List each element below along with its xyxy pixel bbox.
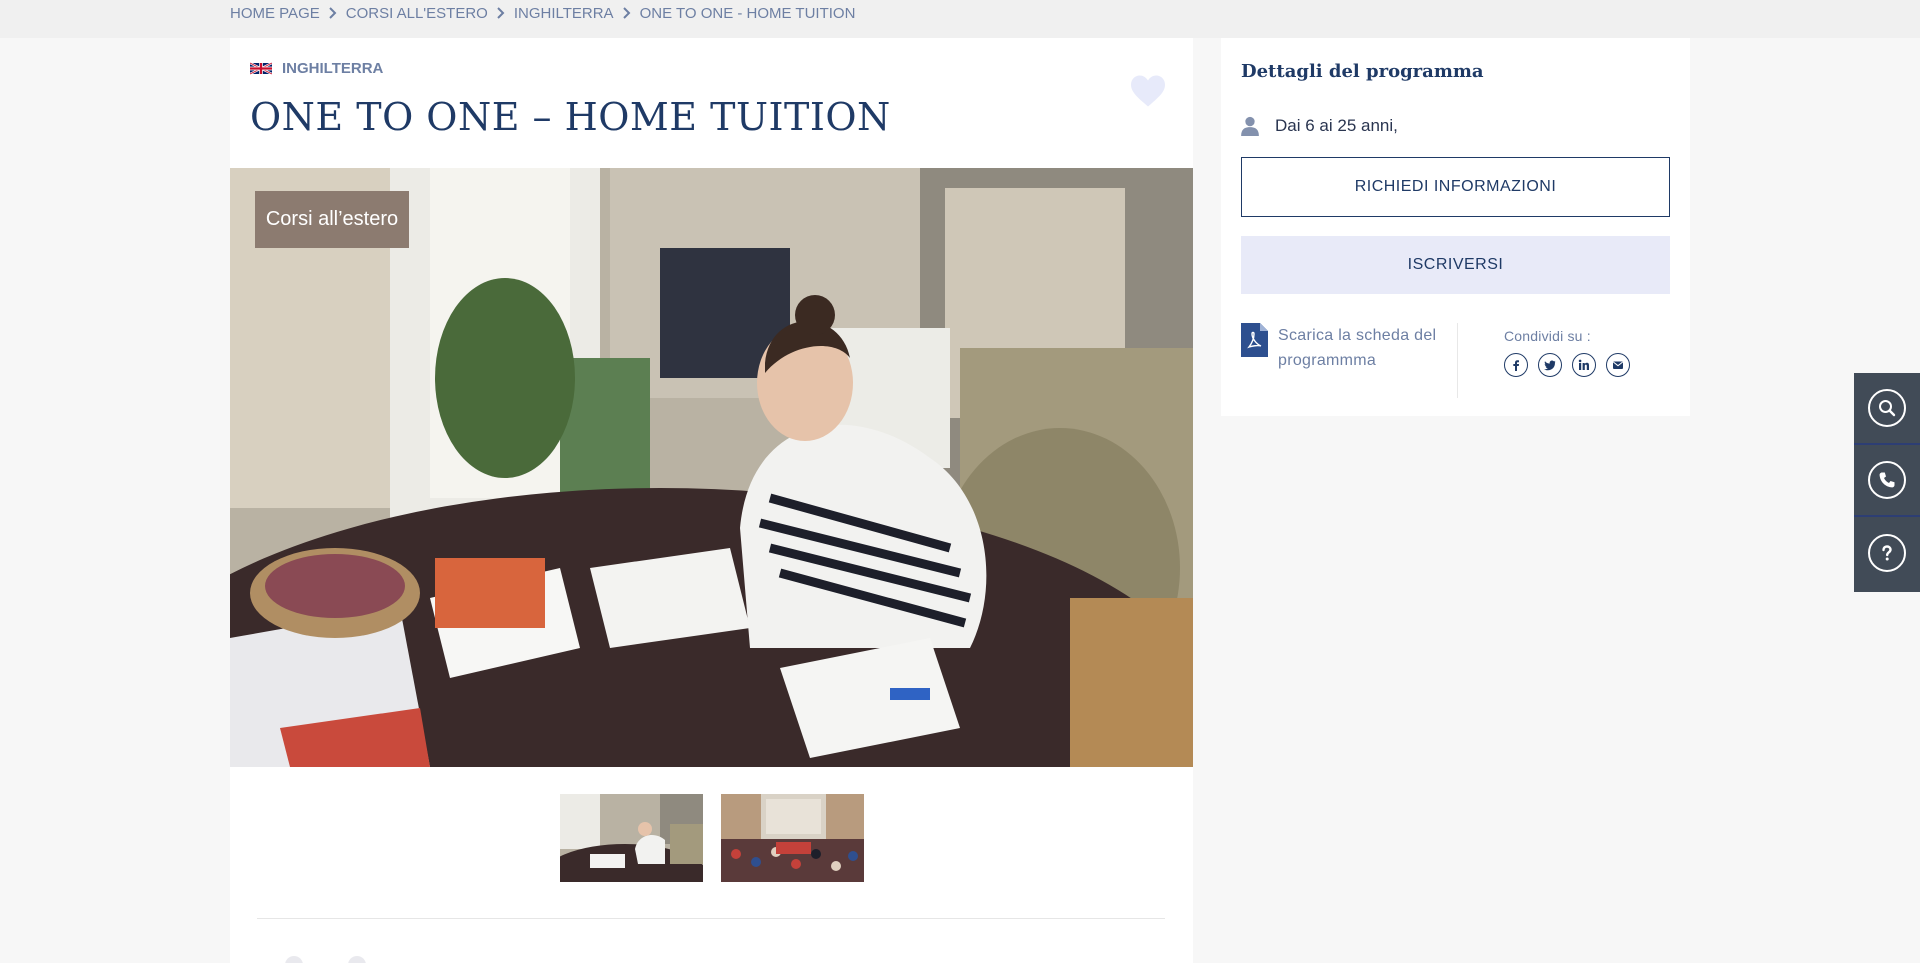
divider bbox=[257, 918, 1165, 919]
email-icon[interactable] bbox=[1606, 353, 1630, 377]
bottom-icons bbox=[285, 956, 366, 963]
help-button[interactable] bbox=[1854, 517, 1920, 589]
country-label: INGHILTERRA bbox=[250, 60, 383, 77]
thumbnail-street-photo bbox=[721, 794, 864, 882]
age-info: Dai 6 ai 25 anni, bbox=[1241, 116, 1398, 136]
download-label: Scarica la scheda del programmma bbox=[1278, 327, 1437, 369]
chevron-right-icon bbox=[326, 6, 340, 20]
circle-icon bbox=[285, 956, 303, 963]
thumbnail-1[interactable] bbox=[560, 794, 703, 882]
hero-photo bbox=[230, 168, 1193, 767]
pdf-icon bbox=[1241, 323, 1268, 357]
help-icon bbox=[1868, 534, 1906, 572]
program-card: INGHILTERRA ONE TO ONE – HOME TUITION Co… bbox=[230, 38, 1193, 963]
thumbnail-strip bbox=[560, 794, 864, 882]
phone-button[interactable] bbox=[1854, 445, 1920, 517]
phone-icon bbox=[1868, 461, 1906, 499]
enroll-button[interactable]: ISCRIVERSI bbox=[1241, 236, 1670, 294]
breadcrumb-inghilterra[interactable]: INGHILTERRA bbox=[514, 5, 614, 22]
breadcrumb-home[interactable]: HOME PAGE bbox=[230, 5, 320, 22]
hero-image: Corsi all’estero bbox=[230, 168, 1193, 767]
breadcrumb-current: ONE TO ONE - HOME TUITION bbox=[639, 4, 856, 22]
user-icon bbox=[1241, 116, 1259, 136]
thumbnail-2[interactable] bbox=[721, 794, 864, 882]
twitter-icon[interactable] bbox=[1538, 353, 1562, 377]
linkedin-icon[interactable] bbox=[1572, 353, 1596, 377]
download-brochure-link[interactable]: Scarica la scheda del programmma bbox=[1241, 323, 1438, 373]
share-section: Condividi su : bbox=[1504, 328, 1630, 377]
thumbnail-study-photo bbox=[560, 794, 703, 882]
share-icons bbox=[1504, 353, 1630, 377]
share-label: Condividi su : bbox=[1504, 328, 1591, 344]
uk-flag-icon bbox=[250, 62, 272, 75]
circle-icon bbox=[348, 956, 366, 963]
program-details-card: Dettagli del programma Dai 6 ai 25 anni,… bbox=[1221, 38, 1690, 416]
chevron-right-icon bbox=[620, 6, 634, 20]
floating-toolbar bbox=[1854, 373, 1920, 592]
country-name: INGHILTERRA bbox=[282, 60, 384, 77]
heart-icon[interactable] bbox=[1129, 74, 1167, 108]
breadcrumb: HOME PAGE CORSI ALL'ESTERO INGHILTERRA O… bbox=[230, 0, 855, 26]
chevron-right-icon bbox=[494, 6, 508, 20]
age-range: Dai 6 ai 25 anni, bbox=[1275, 116, 1398, 135]
vertical-divider bbox=[1457, 323, 1458, 398]
category-tag: Corsi all’estero bbox=[255, 191, 409, 248]
facebook-icon[interactable] bbox=[1504, 353, 1528, 377]
page-title: ONE TO ONE – HOME TUITION bbox=[250, 95, 891, 139]
search-button[interactable] bbox=[1854, 373, 1920, 445]
breadcrumb-corsi[interactable]: CORSI ALL'ESTERO bbox=[346, 5, 488, 22]
search-icon bbox=[1868, 389, 1906, 427]
top-bar: HOME PAGE CORSI ALL'ESTERO INGHILTERRA O… bbox=[0, 0, 1920, 38]
details-title: Dettagli del programma bbox=[1241, 61, 1484, 82]
request-info-button[interactable]: RICHIEDI INFORMAZIONI bbox=[1241, 157, 1670, 217]
